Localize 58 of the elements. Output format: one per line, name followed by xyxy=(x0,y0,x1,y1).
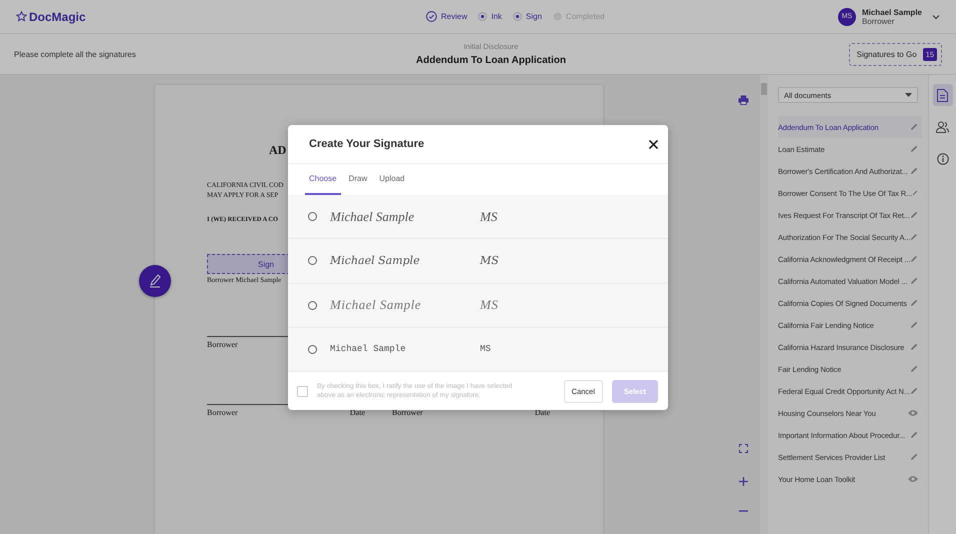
step-label: Review xyxy=(441,12,468,21)
consent-checkbox[interactable] xyxy=(297,386,308,396)
initials-option: MS xyxy=(480,344,491,354)
pen-icon xyxy=(147,273,163,289)
date-label: Date xyxy=(534,408,550,417)
pencil-icon[interactable] xyxy=(910,255,918,263)
print-icon[interactable] xyxy=(738,95,748,105)
caret-down-icon xyxy=(905,93,912,97)
zoom-in-icon[interactable] xyxy=(738,477,748,486)
star-logo-icon xyxy=(16,11,27,22)
pencil-icon[interactable] xyxy=(910,145,918,153)
document-heading: AD xyxy=(269,143,286,158)
step-label: Ink xyxy=(491,12,502,21)
scrollbar[interactable] xyxy=(760,75,768,534)
dialog-tab[interactable]: Draw xyxy=(344,164,372,195)
radio-button[interactable] xyxy=(308,212,317,222)
signature-option: Michael Sample xyxy=(330,344,480,354)
chevron-down-icon[interactable] xyxy=(932,14,940,20)
signature-option: Michael Sample xyxy=(330,254,480,268)
document-icon[interactable] xyxy=(932,84,952,106)
dialog-title: Create Your Signature xyxy=(309,138,424,150)
close-icon[interactable] xyxy=(649,140,658,148)
radio-button[interactable] xyxy=(308,300,317,310)
pencil-icon[interactable] xyxy=(910,321,918,329)
pencil-icon[interactable] xyxy=(910,453,918,461)
sign-pen-button[interactable] xyxy=(139,265,171,297)
initials-option: MS xyxy=(480,297,498,314)
pencil-icon[interactable] xyxy=(912,189,918,197)
pencil-icon[interactable] xyxy=(910,233,918,241)
signature-line-label: Borrower xyxy=(207,340,238,349)
pencil-icon[interactable] xyxy=(910,387,918,395)
eye-icon[interactable] xyxy=(908,476,918,482)
logo-text: DocMagic xyxy=(29,10,86,24)
signature-line-label: Borrower xyxy=(392,408,423,417)
initials-option: MS xyxy=(480,254,499,268)
user-name: Michael Sample xyxy=(862,8,922,16)
radio-button[interactable] xyxy=(308,256,317,266)
radio-button[interactable] xyxy=(308,344,317,354)
dialog-tab[interactable]: Upload xyxy=(375,164,409,195)
pencil-icon[interactable] xyxy=(910,123,918,131)
document-title: Addendum To Loan Application xyxy=(416,55,566,66)
fullscreen-icon[interactable] xyxy=(738,444,748,453)
step-label: Sign xyxy=(526,12,542,21)
pencil-icon[interactable] xyxy=(910,431,918,439)
initials-option: MS xyxy=(480,208,498,225)
pencil-icon[interactable] xyxy=(910,277,918,285)
signature-line-label: Borrower xyxy=(207,408,238,417)
date-label: Date xyxy=(350,408,365,417)
pencil-icon[interactable] xyxy=(910,299,918,307)
pencil-icon[interactable] xyxy=(910,365,918,373)
signature-option: Michael Sample xyxy=(330,297,480,314)
signature-option: Michael Sample xyxy=(330,208,480,225)
instruction-text: Please complete all the signatures xyxy=(14,50,136,58)
user-role: Borrower xyxy=(862,16,894,26)
eye-icon[interactable] xyxy=(908,410,918,416)
pencil-icon[interactable] xyxy=(910,211,918,219)
pencil-icon[interactable] xyxy=(910,167,918,175)
pencil-icon[interactable] xyxy=(910,343,918,351)
